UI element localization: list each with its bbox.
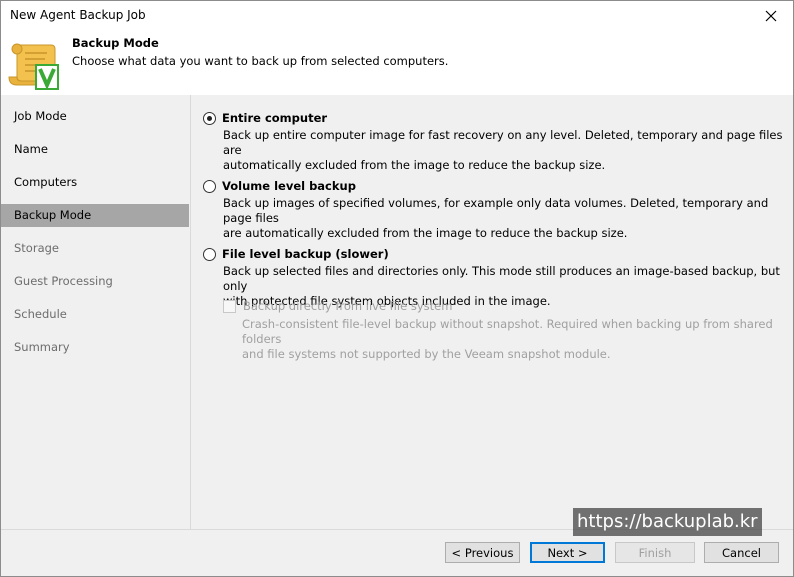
- sidebar-item-summary: Summary: [14, 340, 70, 354]
- live-file-system-desc-line1: Crash-consistent file-level backup witho…: [242, 317, 773, 346]
- wizard-header: Backup Mode Choose what data you want to…: [1, 31, 793, 95]
- entire-computer-desc-line2: automatically excluded from the image to…: [223, 158, 606, 172]
- entire-computer-label[interactable]: Entire computer: [222, 111, 327, 125]
- scroll-veeam-icon: [8, 43, 59, 90]
- live-file-system-label: Backup directly from live file system: [243, 299, 453, 313]
- live-file-system-checkbox: [223, 299, 236, 313]
- live-file-system-option: Backup directly from live file system: [223, 299, 452, 313]
- file-level-label[interactable]: File level backup (slower): [222, 247, 389, 261]
- wizard-footer: < Previous Next > Finish Cancel: [1, 529, 793, 576]
- window-title: New Agent Backup Job: [10, 8, 146, 22]
- entire-computer-desc-line1: Back up entire computer image for fast r…: [223, 128, 783, 157]
- sidebar-item-storage: Storage: [14, 241, 59, 255]
- cancel-button[interactable]: Cancel: [704, 542, 779, 563]
- entire-computer-description: Back up entire computer image for fast r…: [223, 128, 783, 173]
- sidebar-item-name[interactable]: Name: [1, 138, 189, 161]
- page-description: Choose what data you want to back up fro…: [72, 54, 449, 68]
- file-level-option[interactable]: File level backup (slower): [203, 247, 389, 261]
- volume-level-option[interactable]: Volume level backup: [203, 179, 356, 193]
- volume-level-description: Back up images of specified volumes, for…: [223, 196, 783, 241]
- entire-computer-radio[interactable]: [203, 111, 216, 125]
- wizard-window: New Agent Backup Job Backup Mode Choose …: [0, 0, 794, 577]
- live-file-system-description: Crash-consistent file-level backup witho…: [242, 317, 787, 362]
- volume-level-desc-line2: are automatically excluded from the imag…: [223, 226, 628, 240]
- sidebar-item-schedule: Schedule: [14, 307, 67, 321]
- backup-mode-panel: Entire computer Back up entire computer …: [191, 95, 793, 529]
- page-title: Backup Mode: [72, 36, 159, 50]
- sidebar-item-job-mode[interactable]: Job Mode: [1, 105, 189, 128]
- previous-button[interactable]: < Previous: [445, 542, 520, 563]
- close-button[interactable]: [749, 1, 793, 31]
- title-bar: New Agent Backup Job: [1, 1, 793, 31]
- file-level-radio[interactable]: [203, 247, 216, 261]
- entire-computer-option[interactable]: Entire computer: [203, 111, 327, 125]
- sidebar-item-guest-processing: Guest Processing: [14, 274, 113, 288]
- wizard-steps-sidebar: Job Mode Name Computers Backup Mode Stor…: [1, 95, 190, 529]
- close-icon: [765, 10, 777, 22]
- watermark: https://backuplab.kr: [573, 508, 762, 536]
- file-level-desc-line1: Back up selected files and directories o…: [223, 264, 780, 293]
- sidebar-item-backup-mode[interactable]: Backup Mode: [1, 204, 189, 227]
- next-button[interactable]: Next >: [530, 542, 605, 563]
- sidebar-item-computers[interactable]: Computers: [1, 171, 189, 194]
- volume-level-desc-line1: Back up images of specified volumes, for…: [223, 196, 769, 225]
- volume-level-radio[interactable]: [203, 179, 216, 193]
- live-file-system-desc-line2: and file systems not supported by the Ve…: [242, 347, 611, 361]
- volume-level-label[interactable]: Volume level backup: [222, 179, 356, 193]
- finish-button: Finish: [615, 542, 695, 563]
